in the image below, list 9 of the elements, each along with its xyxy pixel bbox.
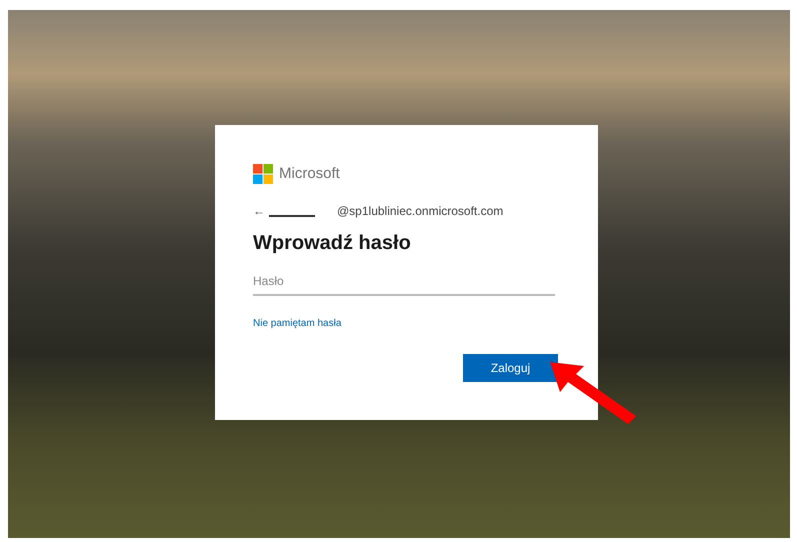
page-title: Wprowadź hasło <box>253 230 412 256</box>
password-field[interactable]: Hasło <box>253 268 555 296</box>
microsoft-logo-icon <box>253 164 273 184</box>
redaction-mark <box>269 214 315 216</box>
account-email: @sp1lubliniec.onmicrosoft.com <box>337 202 504 220</box>
back-button[interactable]: ← <box>253 202 265 220</box>
sign-in-button[interactable]: Zaloguj <box>463 354 558 382</box>
forgot-password-link[interactable]: Nie pamiętam hasła <box>253 318 342 328</box>
brand-name: Microsoft <box>279 164 340 184</box>
